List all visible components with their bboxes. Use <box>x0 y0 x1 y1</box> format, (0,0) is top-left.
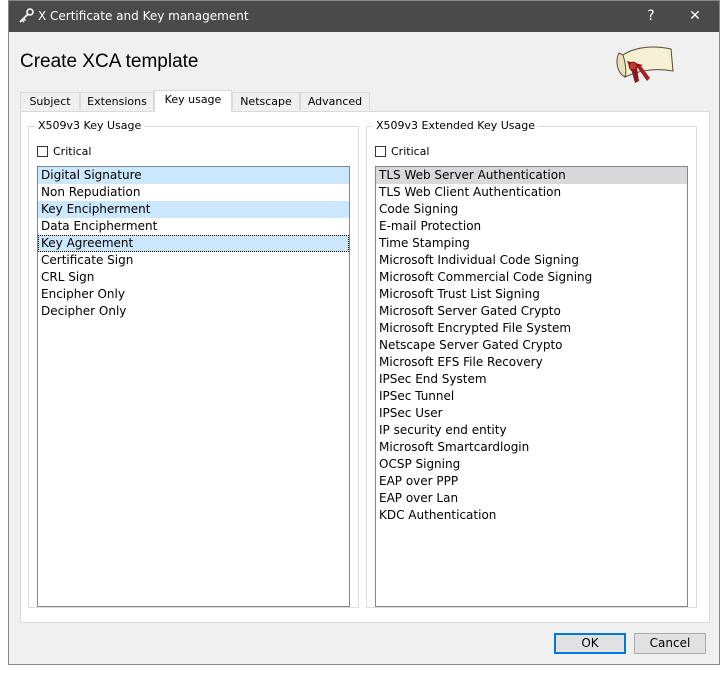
extended-key-usage-list[interactable]: TLS Web Server Authentication TLS Web Cli… <box>375 166 688 607</box>
list-item[interactable]: TLS Web Server Authentication <box>376 167 687 184</box>
list-item[interactable]: Non Repudiation <box>38 184 349 201</box>
list-item[interactable]: Microsoft Individual Code Signing <box>376 252 687 269</box>
tab-extensions[interactable]: Extensions <box>80 92 154 110</box>
list-item[interactable]: Encipher Only <box>38 286 349 303</box>
dialog-window: X Certificate and Key management ? ✕ Cre… <box>8 0 720 665</box>
list-item[interactable]: Netscape Server Gated Crypto <box>376 337 687 354</box>
list-item[interactable]: Key Encipherment <box>38 201 349 218</box>
extended-key-usage-group: X509v3 Extended Key Usage Critical TLS W… <box>366 119 697 608</box>
extended-key-usage-critical-checkbox[interactable]: Critical <box>375 145 429 158</box>
tab-netscape[interactable]: Netscape <box>232 92 300 110</box>
help-button[interactable]: ? <box>629 1 673 32</box>
ok-button[interactable]: OK <box>554 633 626 654</box>
list-item[interactable]: IPSec Tunnel <box>376 388 687 405</box>
tab-key-usage[interactable]: Key usage <box>154 90 232 112</box>
list-item[interactable]: Code Signing <box>376 201 687 218</box>
list-item[interactable]: EAP over Lan <box>376 490 687 507</box>
list-item[interactable]: Certificate Sign <box>38 252 349 269</box>
checkbox-box[interactable] <box>37 146 48 157</box>
list-item[interactable]: Decipher Only <box>38 303 349 320</box>
list-item[interactable]: Microsoft Commercial Code Signing <box>376 269 687 286</box>
list-item[interactable]: Microsoft Trust List Signing <box>376 286 687 303</box>
list-item[interactable]: Microsoft Encrypted File System <box>376 320 687 337</box>
list-item[interactable]: Time Stamping <box>376 235 687 252</box>
title-bar[interactable]: X Certificate and Key management ? ✕ <box>9 1 719 32</box>
extended-key-usage-group-title: X509v3 Extended Key Usage <box>373 119 538 132</box>
list-item[interactable]: CRL Sign <box>38 269 349 286</box>
list-item[interactable]: EAP over PPP <box>376 473 687 490</box>
cancel-button[interactable]: Cancel <box>634 633 706 654</box>
list-item[interactable]: Microsoft Server Gated Crypto <box>376 303 687 320</box>
list-item[interactable]: E-mail Protection <box>376 218 687 235</box>
scroll-logo-icon <box>616 46 674 83</box>
list-item[interactable]: IPSec User <box>376 405 687 422</box>
key-usage-critical-checkbox[interactable]: Critical <box>37 145 91 158</box>
checkbox-box[interactable] <box>375 146 386 157</box>
list-item[interactable]: IP security end entity <box>376 422 687 439</box>
window-title: X Certificate and Key management <box>38 9 249 23</box>
close-button[interactable]: ✕ <box>673 1 717 32</box>
key-icon <box>19 8 34 23</box>
critical-label: Critical <box>53 145 92 158</box>
list-item[interactable]: Microsoft EFS File Recovery <box>376 354 687 371</box>
list-item[interactable]: Digital Signature <box>38 167 349 184</box>
list-item[interactable]: OCSP Signing <box>376 456 687 473</box>
tab-subject[interactable]: Subject <box>20 92 80 110</box>
list-item[interactable]: Microsoft Smartcardlogin <box>376 439 687 456</box>
key-usage-group: X509v3 Key Usage Critical Digital Signat… <box>28 119 359 608</box>
page-title: Create XCA template <box>20 51 199 72</box>
key-usage-group-title: X509v3 Key Usage <box>35 119 145 132</box>
list-item[interactable]: KDC Authentication <box>376 507 687 524</box>
list-item[interactable]: Key Agreement <box>38 235 349 252</box>
list-item[interactable]: TLS Web Client Authentication <box>376 184 687 201</box>
list-item[interactable]: Data Encipherment <box>38 218 349 235</box>
tab-advanced[interactable]: Advanced <box>300 92 370 110</box>
key-usage-list[interactable]: Digital Signature Non Repudiation Key Enci… <box>37 166 350 607</box>
critical-label: Critical <box>391 145 430 158</box>
list-item[interactable]: IPSec End System <box>376 371 687 388</box>
key-usage-panel: X509v3 Key Usage Critical Digital Signat… <box>20 111 710 623</box>
